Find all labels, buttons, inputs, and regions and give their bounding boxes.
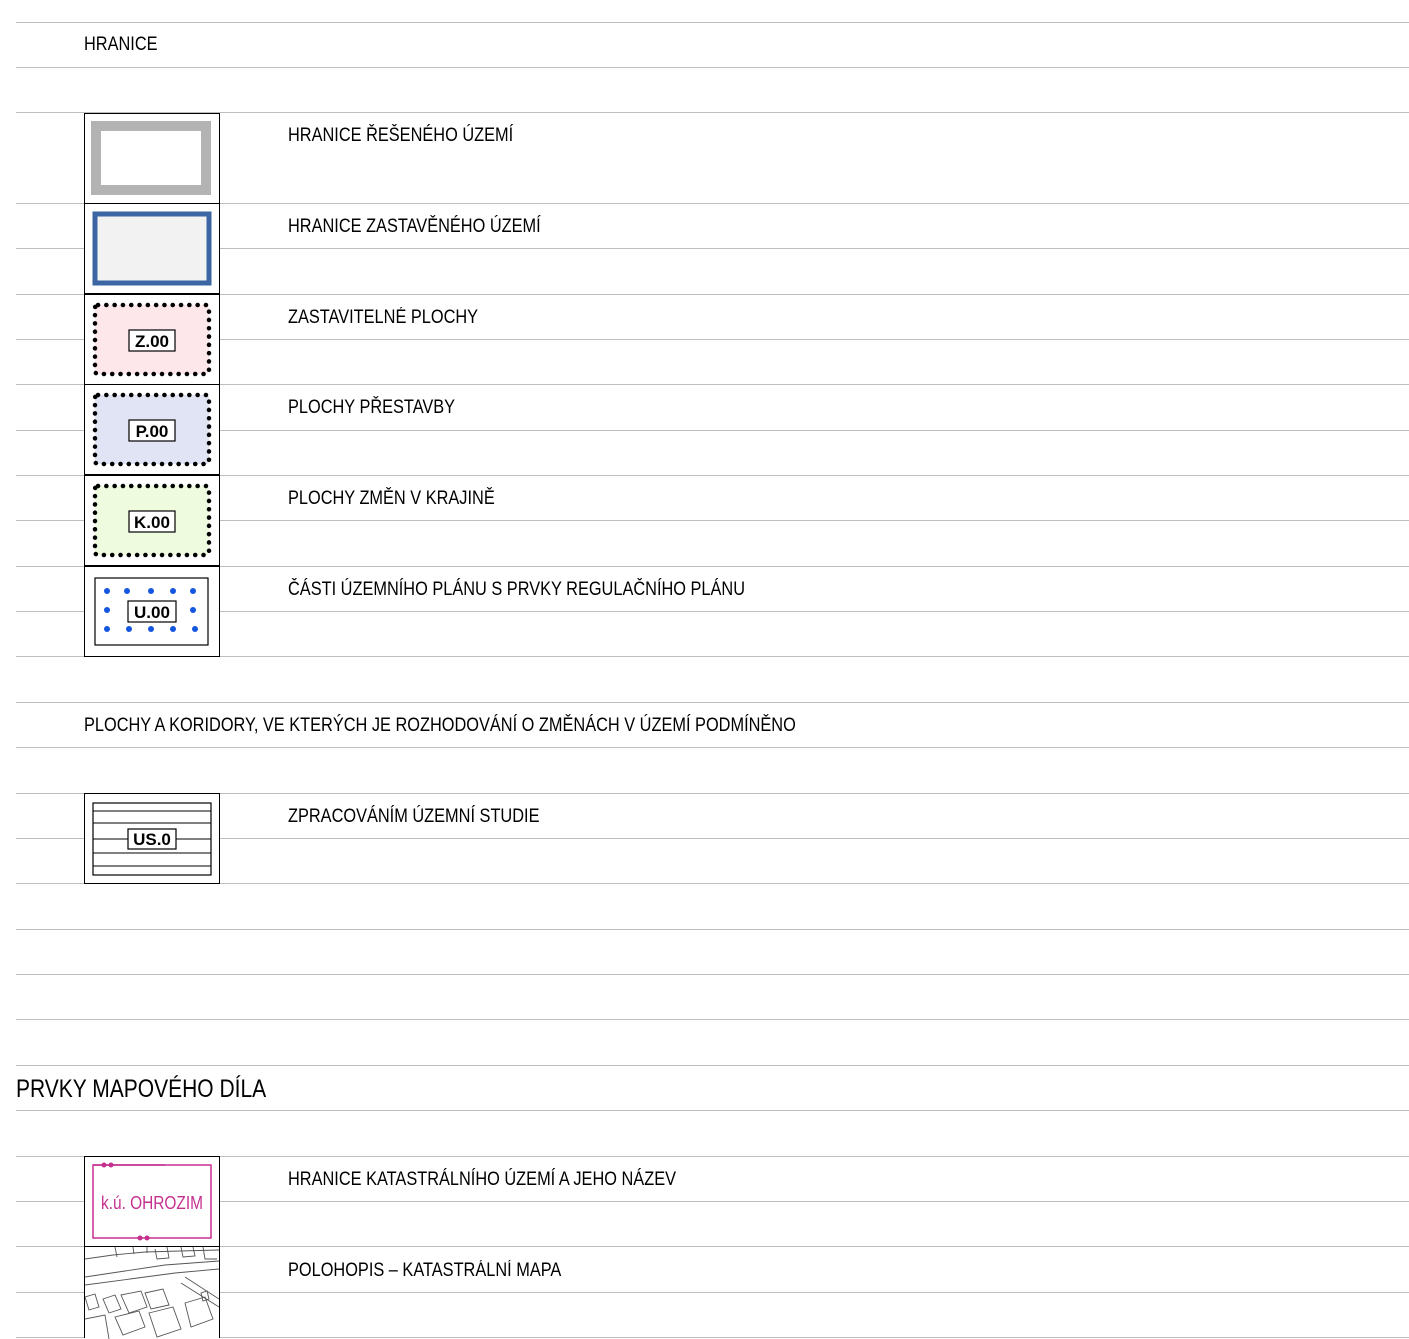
divider-line: [16, 475, 1409, 476]
legend-symbol-territorial-study: US.0: [84, 793, 220, 884]
legend-label: ZPRACOVÁNÍM ÚZEMNÍ STUDIE: [288, 806, 540, 827]
legend-label: HRANICE KATASTRÁLNÍHO ÚZEMÍ A JEHO NÁZEV: [288, 1169, 676, 1190]
legend-symbol-regulation-plan-parts: U.00: [84, 566, 220, 657]
area-code: Z.00: [135, 332, 169, 351]
area-code: K.00: [134, 513, 170, 532]
divider-line: [16, 1156, 1409, 1157]
divider-line: [16, 566, 1409, 567]
legend-symbol-landscape-change-areas: K.00: [84, 475, 220, 566]
divider-line: [16, 1292, 1409, 1293]
divider-line: [16, 747, 1409, 748]
legend-symbol-cadastral-boundary: k.ú. OHROZIM: [84, 1156, 220, 1247]
divider-line: [16, 520, 1409, 521]
legend-label: ČÁSTI ÚZEMNÍHO PLÁNU S PRVKY REGULAČNÍHO…: [288, 579, 746, 600]
divider-line: [16, 203, 1409, 204]
legend-label: HRANICE ZASTAVĚNÉHO ÚZEMÍ: [288, 216, 541, 237]
divider-line: [16, 702, 1409, 703]
divider-line: [16, 1019, 1409, 1020]
divider-line: [16, 883, 1409, 884]
divider-line: [16, 384, 1409, 385]
divider-line: [16, 1065, 1409, 1066]
legend-symbol-solved-area-boundary: [84, 113, 220, 204]
cadastral-name: k.ú. OHROZIM: [101, 1193, 203, 1213]
divider-line: [16, 22, 1409, 23]
legend-symbol-cadastral-map: [84, 1246, 220, 1339]
divider-line: [16, 838, 1409, 839]
divider-line: [16, 294, 1409, 295]
divider-line: [16, 793, 1409, 794]
divider-line: [16, 1201, 1409, 1202]
legend-label: PLOCHY PŘESTAVBY: [288, 397, 456, 418]
divider-line: [16, 656, 1409, 657]
divider-line: [16, 112, 1409, 113]
legend-label: POLOHOPIS – KATASTRÁLNÍ MAPA: [288, 1260, 562, 1281]
divider-line: [16, 974, 1409, 975]
legend-label: PLOCHY ZMĚN V KRAJINĚ: [288, 488, 495, 509]
area-code: U.00: [134, 603, 170, 622]
divider-line: [16, 1246, 1409, 1247]
area-code: US.0: [133, 830, 171, 849]
legend-symbol-redevelopment-areas: P.00: [84, 384, 220, 475]
section-title-hranice: HRANICE: [84, 34, 158, 55]
section-title-mapove: PRVKY MAPOVÉHO DÍLA: [16, 1075, 267, 1103]
divider-line: [16, 611, 1409, 612]
divider-line: [16, 248, 1409, 249]
divider-line: [16, 1110, 1409, 1111]
area-code: P.00: [136, 422, 169, 441]
legend-label: HRANICE ŘEŠENÉHO ÚZEMÍ: [288, 125, 514, 146]
divider-line: [16, 67, 1409, 68]
legend-symbol-built-up-area-boundary: [84, 203, 220, 294]
divider-line: [16, 929, 1409, 930]
legend-symbol-buildable-areas: Z.00: [84, 294, 220, 385]
divider-line: [16, 339, 1409, 340]
divider-line: [16, 430, 1409, 431]
legend-label: ZASTAVITELNÉ PLOCHY: [288, 307, 479, 328]
section-title-podminene: PLOCHY A KORIDORY, VE KTERÝCH JE ROZHODO…: [84, 715, 796, 736]
